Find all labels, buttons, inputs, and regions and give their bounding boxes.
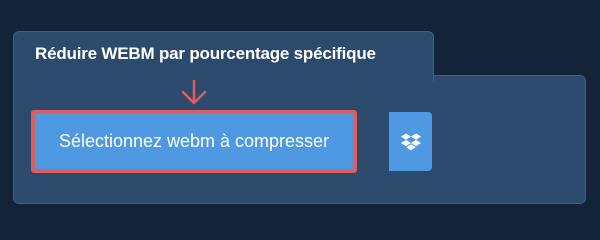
dropbox-button[interactable] xyxy=(389,112,432,171)
select-webm-label: Sélectionnez webm à compresser xyxy=(58,131,330,151)
upload-group: Sélectionnez webm à compresser xyxy=(31,110,432,173)
select-webm-button[interactable]: Sélectionnez webm à compresser xyxy=(31,110,357,173)
arrow-down-icon xyxy=(181,80,207,105)
panel-title: Réduire WEBM par pourcentage spécifique xyxy=(35,44,376,63)
dropbox-icon xyxy=(400,133,421,150)
